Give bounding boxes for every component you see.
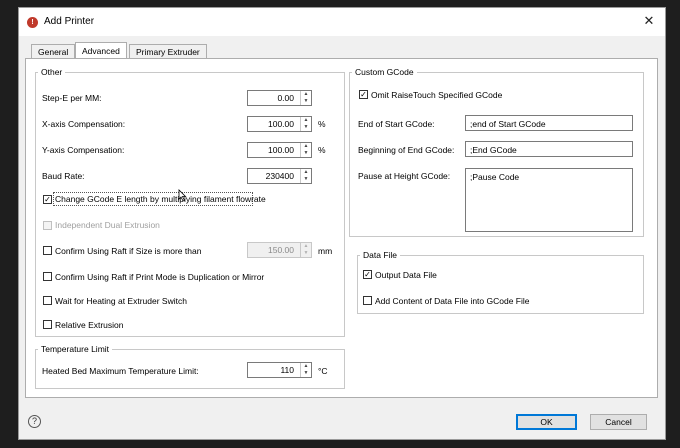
begin-end-gcode-field[interactable]: ;End GCode bbox=[465, 141, 633, 157]
x-compensation-spinbox[interactable]: 100.00 ▲ ▼ bbox=[247, 116, 312, 132]
bed-max-temp-label: Heated Bed Maximum Temperature Limit: bbox=[42, 366, 199, 376]
begin-end-gcode-label: Beginning of End GCode: bbox=[358, 145, 455, 155]
step-e-spinbox[interactable]: 0.00 ▲ ▼ bbox=[247, 90, 312, 106]
raft-size-checkbox[interactable] bbox=[43, 246, 52, 255]
ok-button[interactable]: OK bbox=[516, 414, 577, 430]
window-title: Add Printer bbox=[44, 16, 95, 27]
spin-up-icon[interactable]: ▲ bbox=[301, 117, 311, 124]
raft-size-unit: mm bbox=[318, 246, 333, 256]
add-content-label[interactable]: Add Content of Data File into GCode File bbox=[375, 296, 530, 306]
temperature-limit-title: Temperature Limit bbox=[38, 344, 113, 354]
output-data-file-checkbox[interactable]: ✓ bbox=[363, 270, 372, 279]
spin-up-icon[interactable]: ▲ bbox=[301, 143, 311, 150]
data-file-group: Data File ✓ Output Data File Add Content… bbox=[357, 250, 644, 314]
spin-down-icon[interactable]: ▼ bbox=[301, 150, 311, 157]
pointer-hand-icon bbox=[178, 189, 187, 202]
other-group-title: Other bbox=[38, 67, 66, 77]
add-printer-dialog: ! Add Printer ✕ General Advanced Primary… bbox=[18, 7, 666, 440]
add-content-checkbox[interactable] bbox=[363, 296, 372, 305]
tab-general[interactable]: General bbox=[31, 44, 76, 59]
temperature-limit-group: Temperature Limit Heated Bed Maximum Tem… bbox=[35, 344, 345, 389]
relative-extrusion-checkbox[interactable] bbox=[43, 320, 52, 329]
spin-up-icon[interactable]: ▲ bbox=[301, 91, 311, 98]
help-icon[interactable]: ? bbox=[28, 415, 41, 428]
x-compensation-label: X-axis Compensation: bbox=[42, 119, 126, 129]
baud-rate-label: Baud Rate: bbox=[42, 171, 85, 181]
app-logo-icon: ! bbox=[27, 17, 38, 28]
advanced-tab-panel: Other Step-E per MM: 0.00 ▲ ▼ X-axis Comp… bbox=[25, 58, 658, 398]
dual-extrusion-label: Independent Dual Extrusion bbox=[55, 220, 160, 230]
y-compensation-unit: % bbox=[318, 145, 326, 155]
change-gcode-label[interactable]: Change GCode E length by multiplying fil… bbox=[55, 194, 266, 204]
spin-up-icon[interactable]: ▲ bbox=[301, 169, 311, 176]
end-start-gcode-label: End of Start GCode: bbox=[358, 119, 435, 129]
x-compensation-unit: % bbox=[318, 119, 326, 129]
baud-rate-value: 230400 bbox=[265, 171, 294, 181]
spin-down-icon[interactable]: ▼ bbox=[301, 124, 311, 131]
y-compensation-label: Y-axis Compensation: bbox=[42, 145, 125, 155]
wait-heating-label[interactable]: Wait for Heating at Extruder Switch bbox=[55, 296, 187, 306]
raft-size-label[interactable]: Confirm Using Raft if Size is more than bbox=[55, 246, 201, 256]
data-file-title: Data File bbox=[360, 250, 401, 260]
spin-arrows: ▲ ▼ bbox=[300, 243, 311, 257]
relative-extrusion-label[interactable]: Relative Extrusion bbox=[55, 320, 124, 330]
wait-heating-checkbox[interactable] bbox=[43, 296, 52, 305]
step-e-value: 0.00 bbox=[277, 93, 294, 103]
custom-gcode-group: Custom GCode ✓ Omit RaiseTouch Specified… bbox=[349, 67, 644, 237]
pause-gcode-label: Pause at Height GCode: bbox=[358, 171, 451, 181]
pause-gcode-textarea[interactable]: ;Pause Code bbox=[465, 168, 633, 232]
raft-mode-label[interactable]: Confirm Using Raft if Print Mode is Dupl… bbox=[55, 272, 264, 282]
y-compensation-spinbox[interactable]: 100.00 ▲ ▼ bbox=[247, 142, 312, 158]
custom-gcode-title: Custom GCode bbox=[352, 67, 417, 77]
spin-down-icon[interactable]: ▼ bbox=[301, 176, 311, 183]
other-group: Other Step-E per MM: 0.00 ▲ ▼ X-axis Comp… bbox=[35, 67, 345, 337]
y-compensation-value: 100.00 bbox=[268, 145, 294, 155]
spin-arrows[interactable]: ▲ ▼ bbox=[300, 169, 311, 183]
baud-rate-spinbox[interactable]: 230400 ▲ ▼ bbox=[247, 168, 312, 184]
title-bar: ! Add Printer ✕ bbox=[19, 8, 665, 36]
omit-gcode-label[interactable]: Omit RaiseTouch Specified GCode bbox=[371, 90, 502, 100]
spin-down-icon[interactable]: ▼ bbox=[301, 98, 311, 105]
x-compensation-value: 100.00 bbox=[268, 119, 294, 129]
step-e-label: Step-E per MM: bbox=[42, 93, 102, 103]
tab-primary-extruder[interactable]: Primary Extruder bbox=[129, 44, 207, 59]
bed-max-temp-unit: °C bbox=[318, 366, 328, 376]
spin-arrows[interactable]: ▲ ▼ bbox=[300, 91, 311, 105]
close-icon[interactable]: ✕ bbox=[641, 13, 657, 29]
raft-mode-checkbox[interactable] bbox=[43, 272, 52, 281]
spin-arrows[interactable]: ▲ ▼ bbox=[300, 143, 311, 157]
dual-extrusion-checkbox bbox=[43, 221, 52, 230]
spin-arrows[interactable]: ▲ ▼ bbox=[300, 117, 311, 131]
spin-arrows[interactable]: ▲ ▼ bbox=[300, 363, 311, 377]
change-gcode-checkbox[interactable]: ✓ bbox=[43, 195, 52, 204]
cancel-button[interactable]: Cancel bbox=[590, 414, 647, 430]
raft-size-value: 150.00 bbox=[268, 245, 294, 255]
bed-max-temp-spinbox[interactable]: 110 ▲ ▼ bbox=[247, 362, 312, 378]
spin-up-icon: ▲ bbox=[303, 243, 309, 249]
raft-size-spinbox: 150.00 ▲ ▼ bbox=[247, 242, 312, 258]
omit-gcode-checkbox[interactable]: ✓ bbox=[359, 90, 368, 99]
spin-down-icon: ▼ bbox=[303, 250, 309, 256]
bed-max-temp-value: 110 bbox=[280, 365, 294, 375]
output-data-file-label[interactable]: Output Data File bbox=[375, 270, 437, 280]
end-start-gcode-field[interactable]: ;end of Start GCode bbox=[465, 115, 633, 131]
spin-down-icon[interactable]: ▼ bbox=[301, 370, 311, 377]
spin-up-icon[interactable]: ▲ bbox=[301, 363, 311, 370]
